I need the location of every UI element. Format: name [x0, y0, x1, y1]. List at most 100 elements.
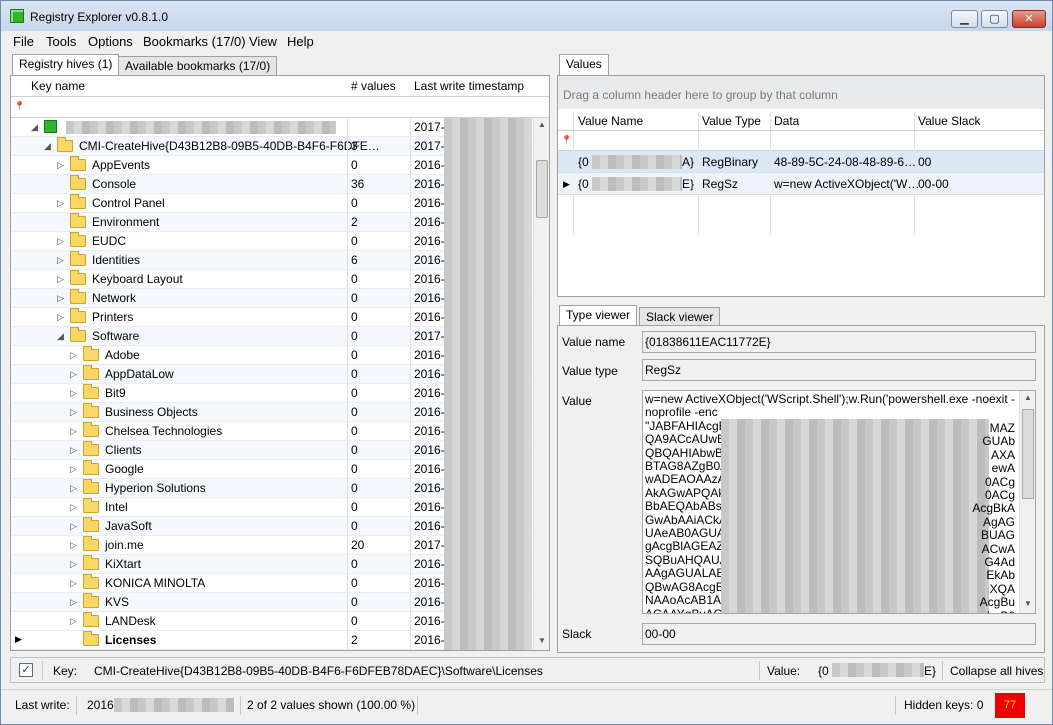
value-text-line: noprofile -enc	[645, 405, 718, 420]
maximize-button[interactable]: ▢	[981, 10, 1008, 28]
value-count: 36	[351, 177, 365, 191]
column-key-name[interactable]: Key name	[31, 79, 85, 93]
value-slack: 00	[918, 155, 932, 169]
value-text-line-end: MAZ	[989, 421, 1015, 435]
redacted-block	[592, 155, 682, 169]
slack-field[interactable]: 00-00	[642, 623, 1036, 645]
menu-file[interactable]: File	[13, 34, 34, 49]
scroll-up-arrow-icon[interactable]: ▲	[538, 120, 546, 129]
expand-icon[interactable]: ▷	[70, 369, 77, 380]
status-badge: 77	[995, 693, 1025, 718]
value-data: 48-89-5C-24-08-48-89-6…	[774, 155, 917, 169]
value-text-area[interactable]: w=new ActiveXObject('WScript.Shell');w.R…	[642, 390, 1036, 614]
expand-icon[interactable]: ▷	[70, 616, 77, 627]
divider	[76, 696, 77, 715]
expand-icon[interactable]: ▷	[57, 255, 64, 266]
collapse-icon[interactable]: ◢	[44, 141, 51, 152]
scroll-down-arrow-icon[interactable]: ▼	[538, 636, 546, 645]
close-button[interactable]: ✕	[1012, 10, 1046, 28]
tab-type-viewer[interactable]: Type viewer	[559, 305, 638, 327]
column-data[interactable]: Data	[774, 114, 799, 128]
expand-icon[interactable]: ▷	[57, 274, 64, 285]
expand-icon[interactable]: ▷	[57, 236, 64, 247]
expand-icon[interactable]: ▷	[70, 445, 77, 456]
key-path[interactable]: CMI-CreateHive{D43B12B8-09B5-40DB-B4F6-F…	[94, 664, 543, 678]
expand-icon[interactable]: ▷	[70, 540, 77, 551]
expand-icon[interactable]: ▷	[70, 502, 77, 513]
value-text-line-end: 0ACg	[984, 488, 1015, 502]
expand-icon[interactable]: ▷	[57, 293, 64, 304]
scroll-thumb[interactable]	[1022, 409, 1034, 499]
menu-options[interactable]: Options	[88, 34, 133, 49]
menu-bar: File Tools Options Bookmarks (17/0) View…	[1, 31, 1052, 53]
expand-icon[interactable]: ▷	[70, 426, 77, 437]
tab-slack-viewer[interactable]: Slack viewer	[639, 307, 721, 327]
hidden-keys-count: Hidden keys: 0	[904, 698, 984, 712]
key-name: Printers	[92, 310, 134, 324]
group-by-hint[interactable]: Drag a column header here to group by th…	[558, 76, 1044, 109]
folder-icon	[83, 479, 99, 494]
expand-icon[interactable]: ▷	[70, 483, 77, 494]
key-name: Google	[105, 462, 144, 476]
redacted-block	[592, 177, 682, 191]
folder-icon	[83, 403, 99, 418]
value-count: 0	[351, 462, 358, 476]
minimize-button[interactable]: ▁	[951, 10, 978, 28]
expand-icon[interactable]: ▷	[57, 160, 64, 171]
menu-tools[interactable]: Tools	[46, 34, 76, 49]
column-value-type[interactable]: Value Type	[702, 114, 761, 128]
tree-filter-row[interactable]: 📍	[11, 97, 549, 118]
scroll-thumb[interactable]	[536, 160, 548, 218]
expand-icon[interactable]: ▷	[70, 464, 77, 475]
collapse-all-hives-link[interactable]: Collapse all hives	[950, 664, 1043, 678]
expand-icon[interactable]: ▷	[70, 597, 77, 608]
collapse-icon[interactable]: ◢	[31, 122, 38, 133]
expand-icon[interactable]: ▷	[70, 407, 77, 418]
title-bar[interactable]: Registry Explorer v0.8.1.0 ▁ ▢ ✕	[1, 1, 1052, 31]
expand-icon[interactable]: ▷	[70, 521, 77, 532]
scroll-down-arrow-icon[interactable]: ▼	[1024, 599, 1032, 608]
tree-scrollbar[interactable]: ▲ ▼	[533, 118, 549, 650]
column-last-write[interactable]: Last write timestamp	[414, 79, 524, 93]
key-name: Business Objects	[105, 405, 198, 419]
key-name: KONICA MINOLTA	[105, 576, 206, 590]
column-num-values[interactable]: # values	[351, 79, 396, 93]
key-name: Adobe	[105, 348, 140, 362]
scroll-up-arrow-icon[interactable]: ▲	[1024, 393, 1032, 402]
value-name-end: E}	[924, 664, 937, 678]
column-value-name[interactable]: Value Name	[578, 114, 643, 128]
last-write-timestamp: 2016-	[414, 633, 445, 647]
value-type-field[interactable]: RegSz	[642, 359, 1036, 381]
expand-icon[interactable]: ▷	[70, 559, 77, 570]
last-write-timestamp: 2017-	[414, 538, 445, 552]
value-name-field[interactable]: {01838611EAC11772E}	[642, 331, 1036, 353]
value-scrollbar[interactable]: ▲ ▼	[1019, 391, 1035, 613]
value-row[interactable]: ▶ {0 E} RegSz w=new ActiveXObject('W… 00…	[558, 173, 1044, 195]
menu-view[interactable]: View	[249, 34, 277, 49]
tab-values[interactable]: Values	[559, 54, 609, 76]
expand-icon[interactable]: ▷	[70, 388, 77, 399]
sync-checkbox[interactable]: ✓	[19, 663, 33, 677]
folder-icon	[83, 498, 99, 513]
value-count: 0	[351, 291, 358, 305]
divider	[759, 661, 760, 680]
menu-bookmarks[interactable]: Bookmarks (17/0)	[143, 34, 246, 49]
tab-available-bookmarks[interactable]: Available bookmarks (17/0)	[118, 56, 278, 76]
value-name-start: {0	[578, 155, 589, 169]
values-filter-row[interactable]: 📍	[558, 131, 1044, 151]
expand-icon[interactable]: ▷	[70, 578, 77, 589]
value-type: RegSz	[702, 177, 739, 191]
registry-explorer-window: Registry Explorer v0.8.1.0 ▁ ▢ ✕ File To…	[0, 0, 1053, 725]
key-name: KiXtart	[105, 557, 142, 571]
column-value-slack[interactable]: Value Slack	[918, 114, 980, 128]
last-write-timestamp: 2016-	[414, 177, 445, 191]
menu-help[interactable]: Help	[287, 34, 314, 49]
expand-icon[interactable]: ▷	[57, 198, 64, 209]
key-name: AppEvents	[92, 158, 151, 172]
value-row[interactable]: {0 A} RegBinary 48-89-5C-24-08-48-89-6… …	[558, 151, 1044, 173]
folder-icon	[70, 308, 86, 323]
tab-registry-hives[interactable]: Registry hives (1)	[12, 54, 120, 76]
expand-icon[interactable]: ▷	[57, 312, 64, 323]
collapse-icon[interactable]: ◢	[57, 331, 64, 342]
expand-icon[interactable]: ▷	[70, 350, 77, 361]
